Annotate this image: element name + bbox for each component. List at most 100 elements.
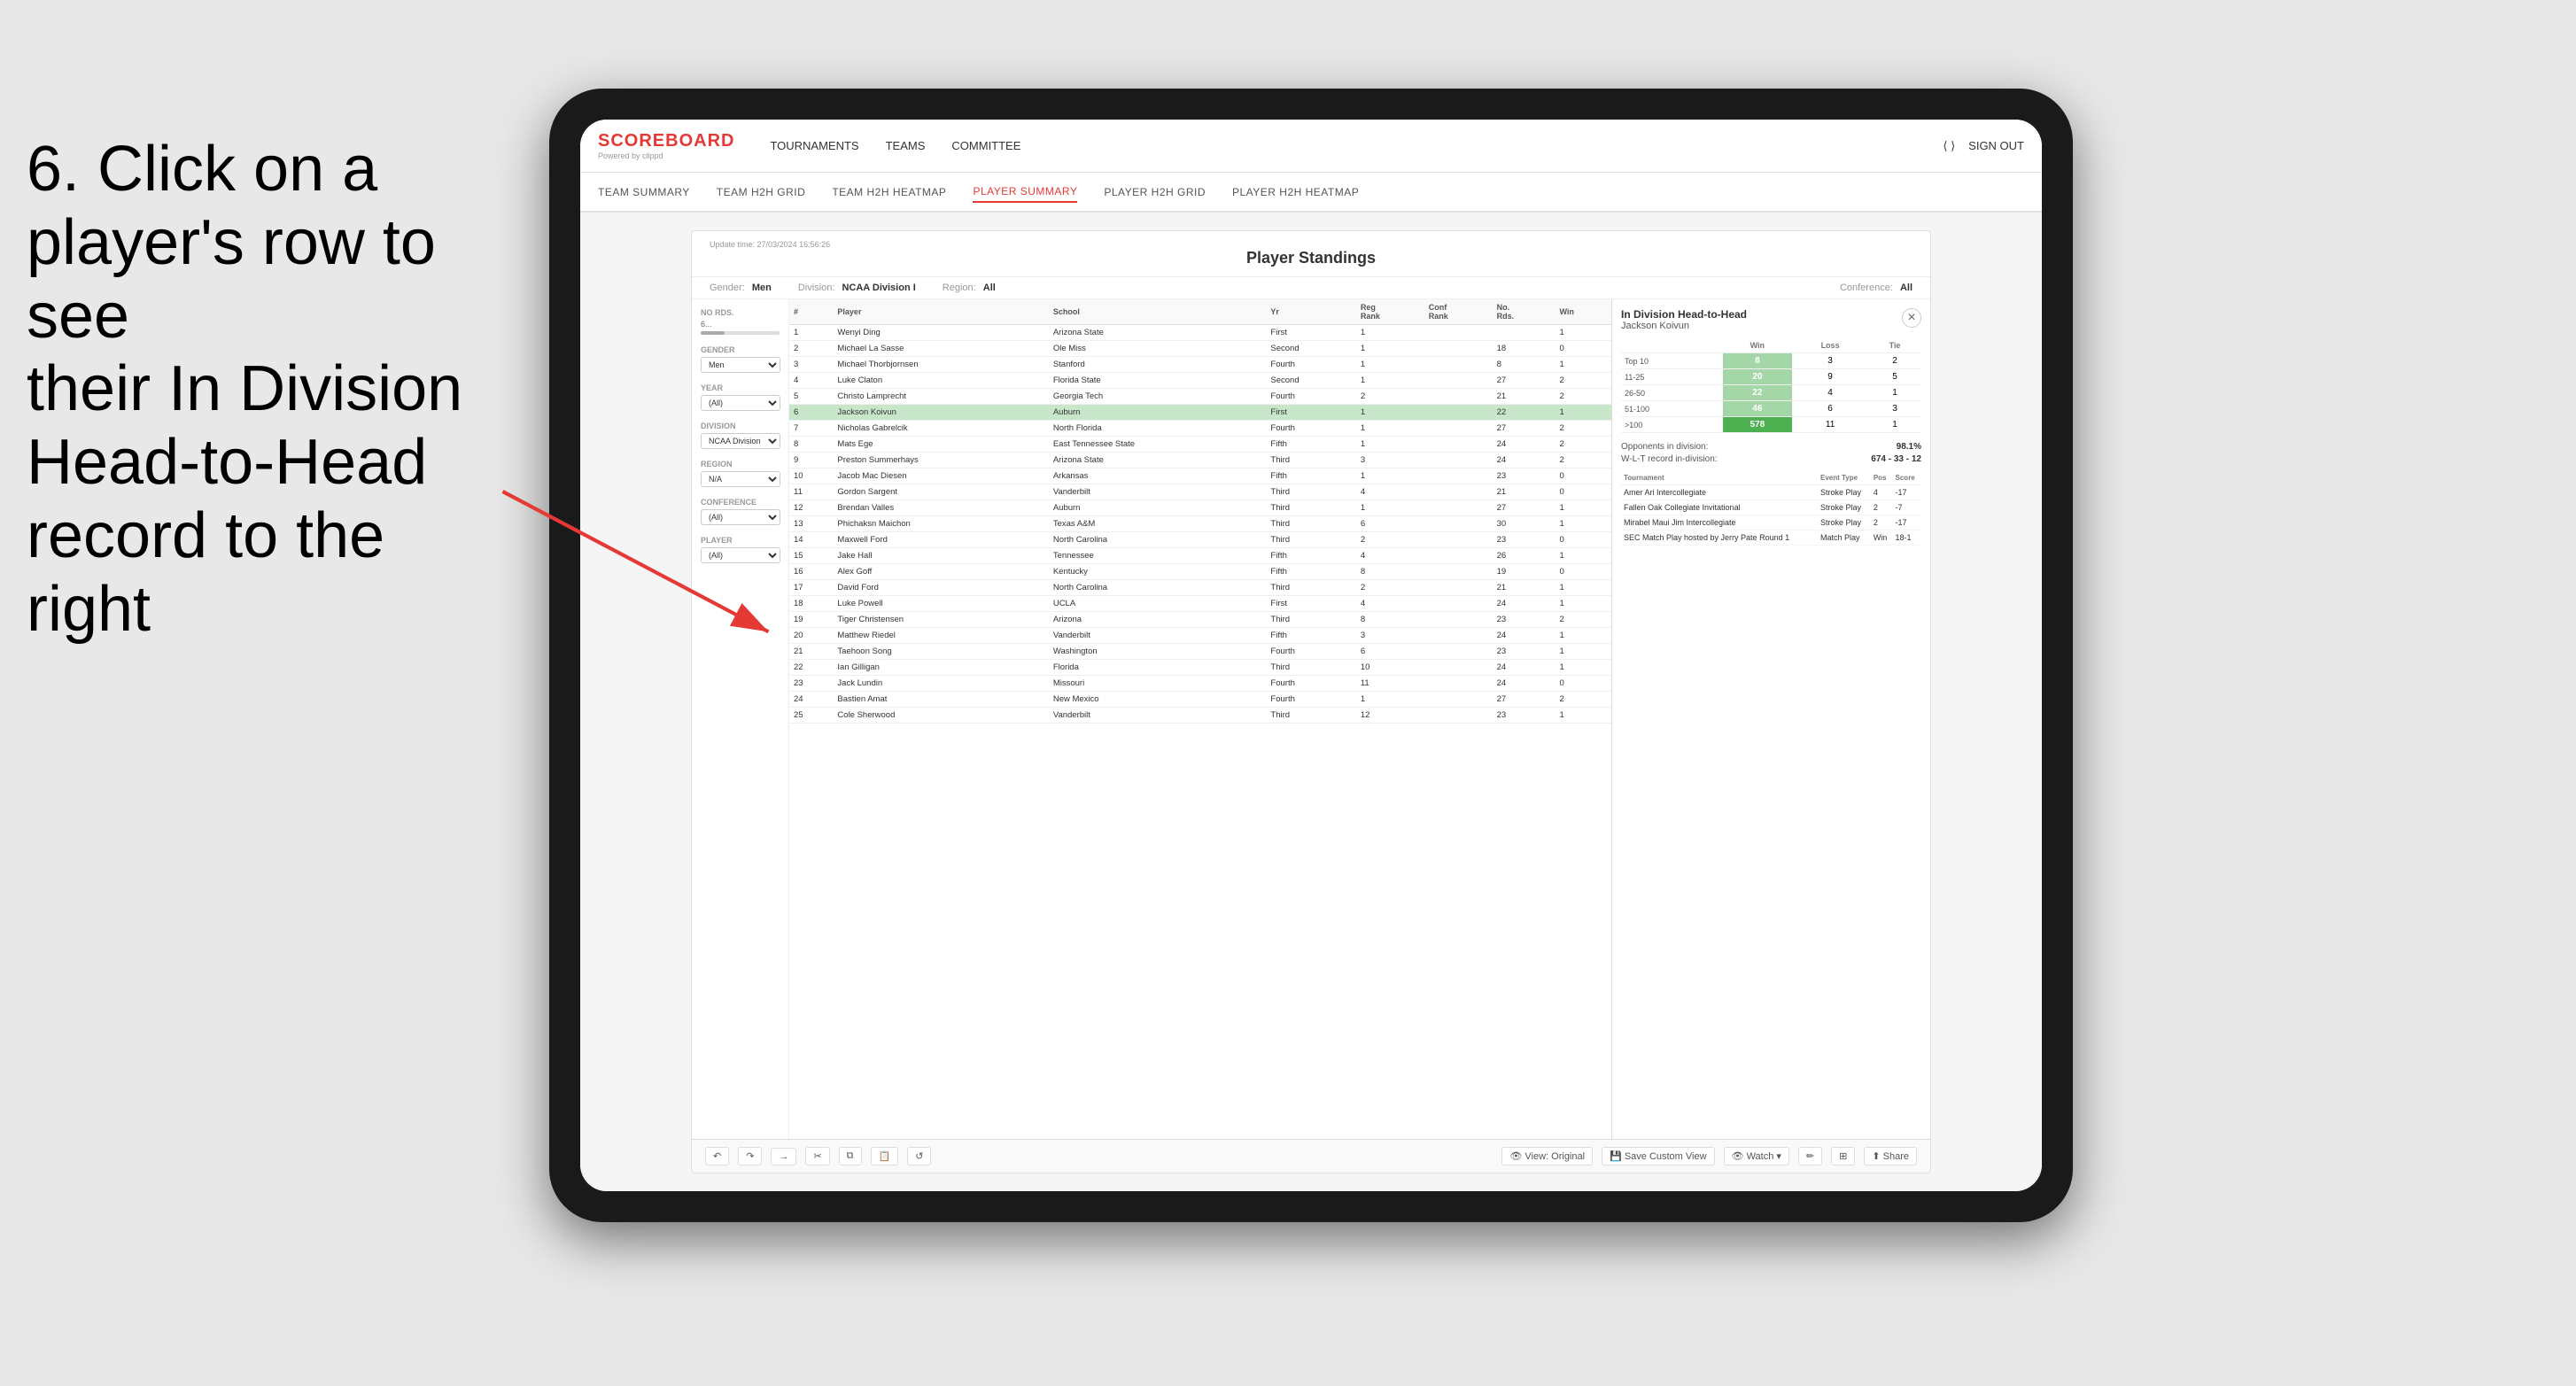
scoreboard-logo: SCOREBOARD Powered by clippd: [598, 131, 734, 160]
table-row[interactable]: 22 Ian Gilligan Florida Third 10 24 1: [789, 660, 1611, 676]
tournament-table: Tournament Event Type Pos Score Amer Ari…: [1621, 471, 1921, 546]
main-content: Update time: 27/03/2024 16:56:26 Player …: [580, 213, 2042, 1191]
nav-icons: ⟨ ⟩: [1943, 139, 1955, 153]
h2h-panel: In Division Head-to-Head Jackson Koivun …: [1611, 299, 1930, 1139]
table-area: # Player School Yr RegRank ConfRank No.R…: [789, 299, 1611, 1139]
panel-body: No Rds. 6... Gender Men Year: [692, 299, 1930, 1139]
opponents-value: 98.1%: [1897, 442, 1921, 452]
table-row[interactable]: 21 Taehoon Song Washington Fourth 6 23 1: [789, 644, 1611, 660]
table-row[interactable]: 13 Phichaksn Maichon Texas A&M Third 6 3…: [789, 516, 1611, 532]
paste-button[interactable]: 📋: [871, 1147, 899, 1165]
tab-team-h2h-grid[interactable]: TEAM H2H GRID: [717, 182, 806, 202]
tournament-row: Amer Ari Intercollegiate Stroke Play 4 -…: [1621, 485, 1921, 500]
region-select[interactable]: N/A: [701, 471, 780, 487]
table-row[interactable]: 17 David Ford North Carolina Third 2 21 …: [789, 580, 1611, 596]
h2h-row: 11-25 20 9 5: [1621, 369, 1921, 385]
bottom-toolbar: ↶ ↷ → ✂ ⧉ 📋 ↺ 👁 View: Original 💾 Save Cu…: [692, 1139, 1930, 1173]
filter-region: Region: All: [943, 283, 996, 293]
scoreboard-title: SCOREBOARD: [598, 131, 734, 151]
dashboard-panel: Update time: 27/03/2024 16:56:26 Player …: [691, 230, 1931, 1173]
table-row[interactable]: 11 Gordon Sargent Vanderbilt Third 4 21 …: [789, 484, 1611, 500]
conference-select[interactable]: (All): [701, 509, 780, 525]
panel-header: Update time: 27/03/2024 16:56:26 Player …: [692, 231, 1930, 277]
tournament-row: SEC Match Play hosted by Jerry Pate Roun…: [1621, 530, 1921, 546]
close-h2h-button[interactable]: ×: [1902, 308, 1921, 328]
tablet-frame: SCOREBOARD Powered by clippd TOURNAMENTS…: [549, 89, 2073, 1222]
table-row[interactable]: 1 Wenyi Ding Arizona State First 1 1: [789, 325, 1611, 341]
tab-team-h2h-heatmap[interactable]: TEAM H2H HEATMAP: [832, 182, 946, 202]
table-row[interactable]: 14 Maxwell Ford North Carolina Third 2 2…: [789, 532, 1611, 548]
filter-division-sidebar: Division NCAA Division I: [701, 422, 780, 449]
tab-team-summary[interactable]: TEAM SUMMARY: [598, 182, 690, 202]
division-select[interactable]: NCAA Division I: [701, 433, 780, 449]
table-row[interactable]: 10 Jacob Mac Diesen Arkansas Fifth 1 23 …: [789, 468, 1611, 484]
table-header-row: # Player School Yr RegRank ConfRank No.R…: [789, 299, 1611, 325]
forward-button[interactable]: →: [771, 1148, 796, 1165]
table-row[interactable]: 5 Christo Lamprecht Georgia Tech Fourth …: [789, 389, 1611, 405]
nav-bar: SCOREBOARD Powered by clippd TOURNAMENTS…: [580, 120, 2042, 173]
redo-button[interactable]: ↷: [738, 1147, 762, 1165]
filter-sidebar: No Rds. 6... Gender Men Year: [692, 299, 789, 1139]
tablet-screen: SCOREBOARD Powered by clippd TOURNAMENTS…: [580, 120, 2042, 1191]
h2h-row: 51-100 46 6 3: [1621, 401, 1921, 417]
table-row[interactable]: 23 Jack Lundin Missouri Fourth 11 24 0: [789, 676, 1611, 692]
filter-no-rds: No Rds. 6...: [701, 308, 780, 335]
tab-player-h2h-grid[interactable]: PLAYER H2H GRID: [1104, 182, 1206, 202]
tab-player-h2h-heatmap[interactable]: PLAYER H2H HEATMAP: [1232, 182, 1359, 202]
filter-conference: Conference: All: [1840, 283, 1913, 293]
nav-tournaments[interactable]: TOURNAMENTS: [770, 136, 858, 156]
h2h-record-table: Win Loss Tie Top 10 8 3 2 11-25 20 9 5: [1621, 338, 1921, 433]
table-row[interactable]: 20 Matthew Riedel Vanderbilt Fifth 3 24 …: [789, 628, 1611, 644]
table-row[interactable]: 24 Bastien Amat New Mexico Fourth 1 27 2: [789, 692, 1611, 708]
table-row[interactable]: 25 Cole Sherwood Vanderbilt Third 12 23 …: [789, 708, 1611, 724]
instruction-text: 6. Click on a player's row to see their …: [0, 106, 514, 673]
gender-select[interactable]: Men: [701, 357, 780, 373]
filter-gender: Gender: Men: [710, 283, 772, 293]
annotate-button[interactable]: ✏: [1798, 1147, 1822, 1165]
filter-region-sidebar: Region N/A: [701, 460, 780, 487]
sign-out-button[interactable]: Sign out: [1968, 136, 2024, 156]
filter-division: Division: NCAA Division I: [798, 283, 916, 293]
table-row[interactable]: 15 Jake Hall Tennessee Fifth 4 26 1: [789, 548, 1611, 564]
grid-button[interactable]: ⊞: [1831, 1147, 1855, 1165]
wlt-value: 674 - 33 - 12: [1871, 454, 1921, 464]
view-original-button[interactable]: 👁 View: Original: [1501, 1147, 1593, 1165]
share-button[interactable]: ⬆ Share: [1864, 1147, 1917, 1165]
table-row[interactable]: 9 Preston Summerhays Arizona State Third…: [789, 453, 1611, 468]
table-row[interactable]: 8 Mats Ege East Tennessee State Fifth 1 …: [789, 437, 1611, 453]
table-row[interactable]: 2 Michael La Sasse Ole Miss Second 1 18 …: [789, 341, 1611, 357]
copy-button[interactable]: ⧉: [839, 1147, 862, 1165]
save-custom-view-button[interactable]: 💾 Save Custom View: [1602, 1147, 1714, 1165]
table-row[interactable]: 3 Michael Thorbjornsen Stanford Fourth 1…: [789, 357, 1611, 373]
h2h-player-name: Jackson Koivun: [1621, 321, 1747, 331]
update-time: Update time: 27/03/2024 16:56:26: [710, 240, 1913, 249]
cut-button[interactable]: ✂: [805, 1147, 829, 1165]
undo-button[interactable]: ↶: [705, 1147, 729, 1165]
h2h-header: In Division Head-to-Head Jackson Koivun …: [1621, 308, 1921, 331]
table-row[interactable]: 18 Luke Powell UCLA First 4 24 1: [789, 596, 1611, 612]
page-title: Player Standings: [710, 249, 1913, 267]
filter-year-sidebar: Year (All): [701, 383, 780, 411]
table-row[interactable]: 16 Alex Goff Kentucky Fifth 8 19 0: [789, 564, 1611, 580]
table-row[interactable]: 19 Tiger Christensen Arizona Third 8 23 …: [789, 612, 1611, 628]
year-select[interactable]: (All): [701, 395, 780, 411]
filter-player-sidebar: Player (All): [701, 536, 780, 563]
h2h-row: 26-50 22 4 1: [1621, 385, 1921, 401]
table-row[interactable]: 4 Luke Claton Florida State Second 1 27 …: [789, 373, 1611, 389]
nav-teams[interactable]: TEAMS: [886, 136, 926, 156]
nav-committee[interactable]: COMMITTEE: [951, 136, 1020, 156]
h2h-row: >100 578 11 1: [1621, 417, 1921, 433]
panel-filters: Gender: Men Division: NCAA Division I Re…: [692, 277, 1930, 299]
tournament-row: Fallen Oak Collegiate Invitational Strok…: [1621, 500, 1921, 515]
player-select[interactable]: (All): [701, 547, 780, 563]
h2h-title: In Division Head-to-Head: [1621, 308, 1747, 321]
refresh-button[interactable]: ↺: [907, 1147, 931, 1165]
watch-button[interactable]: 👁 Watch ▾: [1724, 1147, 1789, 1165]
tab-player-summary[interactable]: PLAYER SUMMARY: [973, 182, 1077, 203]
table-row[interactable]: 7 Nicholas Gabrelcik North Florida Fourt…: [789, 421, 1611, 437]
nav-links: TOURNAMENTS TEAMS COMMITTEE: [770, 136, 1943, 156]
table-row[interactable]: 12 Brendan Valles Auburn Third 1 27 1: [789, 500, 1611, 516]
table-row[interactable]: 6 Jackson Koivun Auburn First 1 22 1: [789, 405, 1611, 421]
tournament-row: Mirabel Maui Jim Intercollegiate Stroke …: [1621, 515, 1921, 530]
filter-conference-sidebar: Conference (All): [701, 498, 780, 525]
